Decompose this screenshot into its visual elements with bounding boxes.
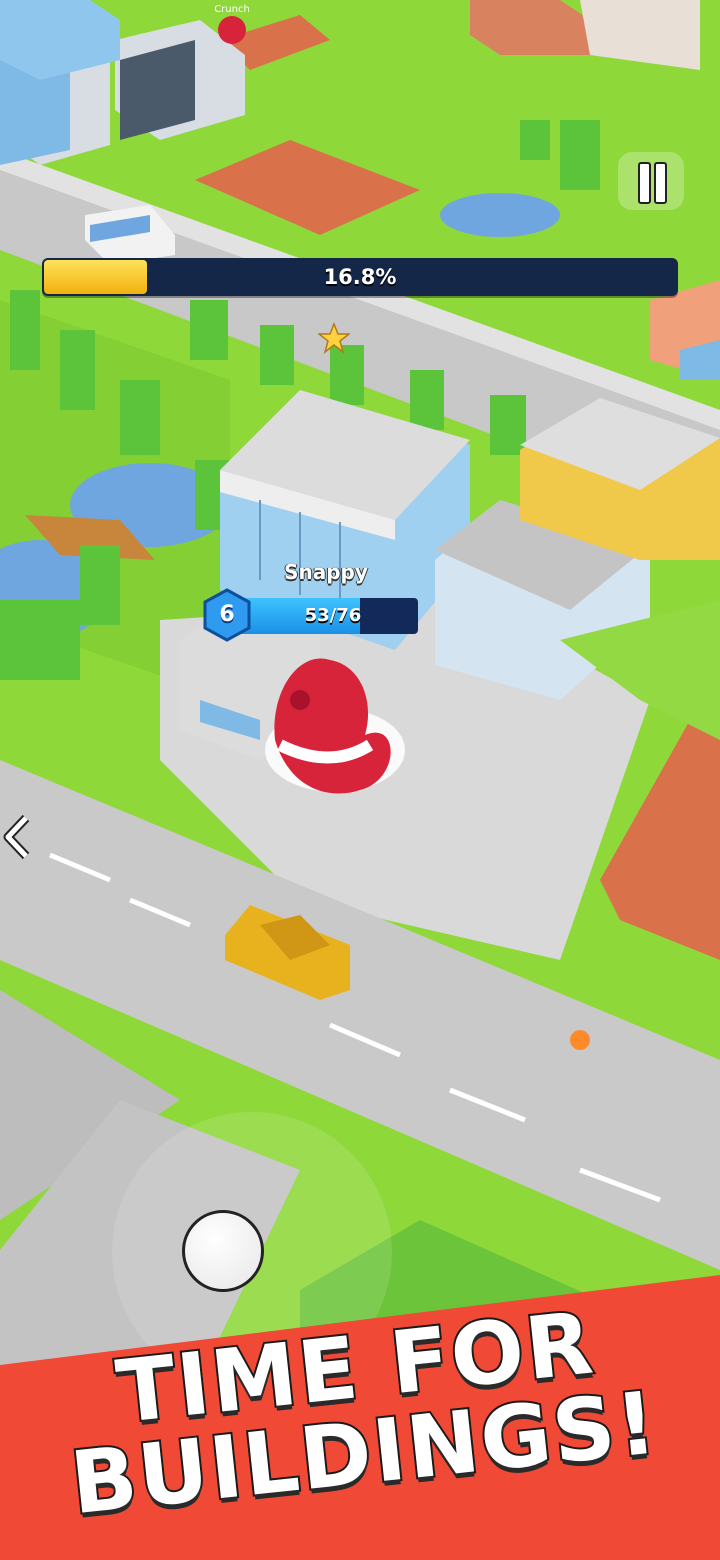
joystick-knob[interactable] [182, 1210, 264, 1292]
chevron-left-icon[interactable] [2, 812, 32, 862]
hp-label: 53/76 [304, 605, 362, 626]
level-progress-bar: 16.8% [42, 258, 678, 296]
level-badge: 6 [202, 588, 252, 642]
star-icon [318, 322, 350, 354]
level-number: 6 [219, 602, 235, 627]
player-hp-bar: 53/76 [228, 598, 418, 634]
progress-label: 16.8% [323, 265, 397, 289]
pause-icon [638, 162, 651, 204]
rival-name: Crunch [214, 4, 250, 15]
pause-button[interactable] [618, 152, 684, 210]
player-name: Snappy [284, 560, 368, 584]
